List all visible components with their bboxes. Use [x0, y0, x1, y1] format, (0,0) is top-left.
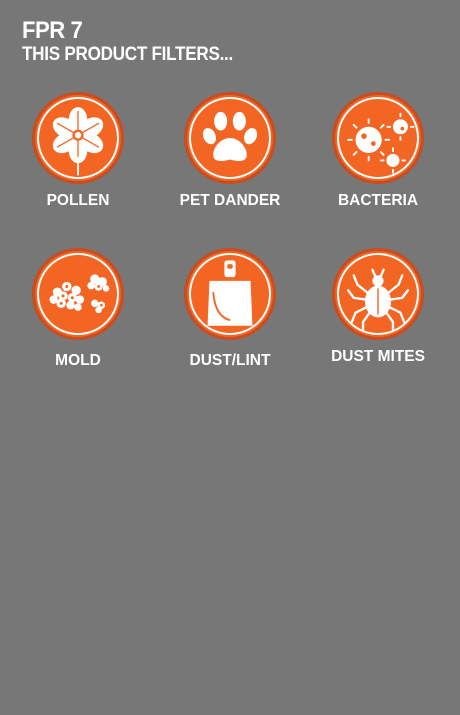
filter-label-pet-dander: PET DANDER: [179, 192, 281, 209]
filter-label-bacteria: BACTERIA: [337, 192, 419, 209]
filter-tile-pollen: POLLEN: [8, 92, 148, 210]
filter-tile-dust-mites: DUST MITES: [308, 248, 448, 366]
bacteria-badge: [332, 92, 424, 184]
filter-label-pollen: POLLEN: [46, 192, 110, 209]
dust-mite-icon: [346, 268, 410, 331]
filter-tile-mold: MOLD: [8, 248, 148, 370]
filter-label-dust-lint: DUST/LINT: [189, 352, 271, 369]
filter-tile-pet-dander: PET DANDER: [160, 92, 300, 210]
dustpan-icon: [207, 260, 253, 326]
pollen-flower-icon: [52, 107, 104, 176]
filter-tile-dust-lint: DUST/LINT: [160, 248, 300, 370]
paw-print-icon: [202, 111, 258, 161]
bacteria-icon: [347, 112, 415, 174]
dust-lint-badge: [184, 248, 276, 340]
pollen-badge: [32, 92, 124, 184]
filter-label-mold: MOLD: [55, 352, 101, 369]
page-title: FPR 7: [22, 17, 83, 44]
pet-dander-badge: [184, 92, 276, 184]
mold-badge: [32, 248, 124, 340]
filter-label-dust-mites: DUST MITES: [331, 348, 425, 365]
mold-spores-icon: [49, 274, 110, 314]
dust-mites-badge: [332, 248, 424, 340]
header: FPR 7 THIS PRODUCT FILTERS...: [22, 18, 256, 66]
filter-tile-bacteria: BACTERIA: [308, 92, 448, 210]
page-subtitle: THIS PRODUCT FILTERS...: [22, 44, 234, 65]
